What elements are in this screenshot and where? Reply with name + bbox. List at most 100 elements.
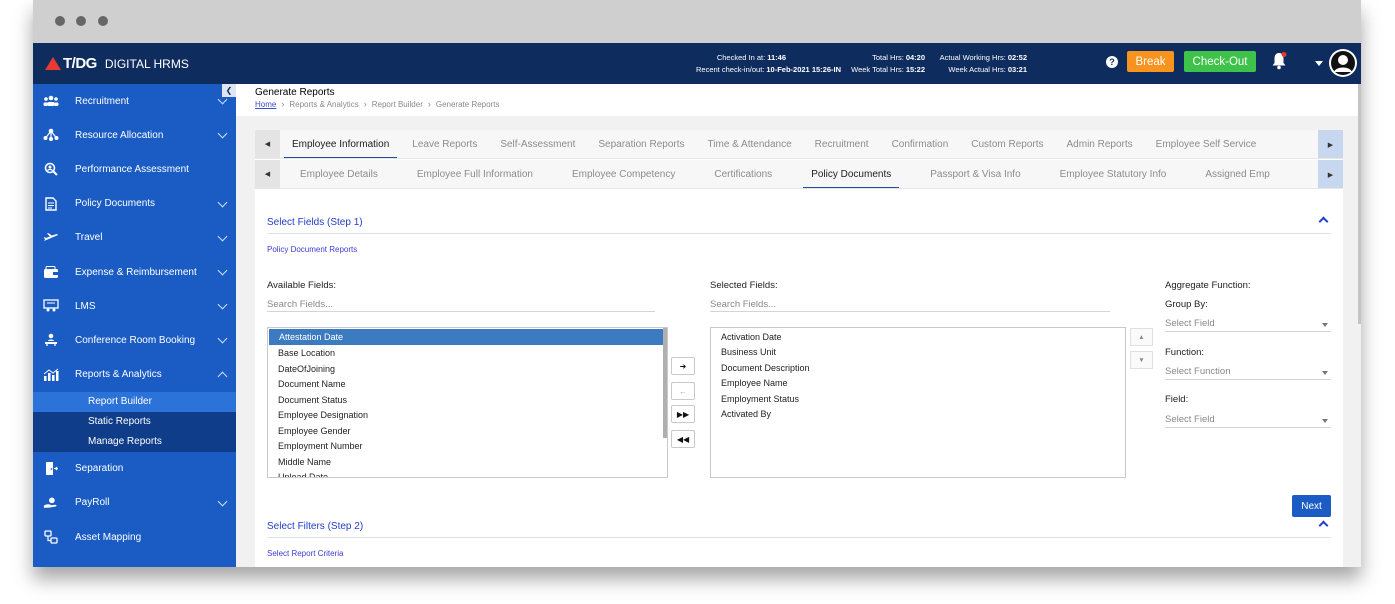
chevron-down-icon[interactable] (217, 265, 228, 276)
selected-fields-list[interactable]: Activation Date Business Unit Document Des… (710, 327, 1126, 478)
window-dot[interactable] (55, 16, 65, 26)
tab-assigned-emp[interactable]: Assigned Emp (1205, 160, 1269, 188)
sidebar-item-lms[interactable]: LMS (33, 289, 236, 323)
chevron-up-icon[interactable] (217, 371, 228, 381)
list-item[interactable]: Upload Date (268, 470, 667, 477)
move-right-button[interactable]: ➜ (671, 357, 695, 375)
tab-employee-details[interactable]: Employee Details (300, 160, 378, 188)
tabs-scroll-right-icon[interactable]: ▶ (1318, 130, 1343, 158)
step2-section-header[interactable]: Select Filters (Step 2) (267, 518, 1331, 538)
sidebar-item-asset-mapping[interactable]: Asset Mapping (33, 520, 236, 554)
move-left-button[interactable]: ← (671, 382, 695, 400)
step1-section-header[interactable]: Select Fields (Step 1) (267, 214, 1331, 234)
group-by-select[interactable]: Select Field (1165, 316, 1331, 332)
list-item[interactable]: Document Description (711, 360, 1125, 376)
select-report-criteria-link[interactable]: Select Report Criteria (267, 549, 343, 558)
sidebar-item-reports-and-analytics[interactable]: Reports & Analytics (33, 358, 236, 392)
user-menu-chevron-down-icon[interactable] (1315, 61, 1323, 66)
sidebar-item-separation[interactable]: Separation (33, 452, 236, 486)
sidebar-item-payroll[interactable]: PayRoll (33, 486, 236, 520)
policy-document-reports-link[interactable]: Policy Document Reports (267, 245, 357, 254)
window-dot[interactable] (98, 16, 108, 26)
break-button[interactable]: Break (1127, 51, 1174, 72)
tab-employee-full-information[interactable]: Employee Full Information (417, 160, 533, 188)
tab-admin-reports[interactable]: Admin Reports (1067, 130, 1133, 158)
list-item[interactable]: DateOfJoining (268, 361, 667, 377)
tab-certifications[interactable]: Certifications (714, 160, 772, 188)
list-item[interactable]: Employee Designation (268, 408, 667, 424)
chevron-down-icon[interactable] (217, 197, 228, 208)
list-item[interactable]: Employee Gender (268, 423, 667, 439)
list-item[interactable]: Activation Date (711, 329, 1125, 345)
check-out-button[interactable]: Check-Out (1184, 51, 1256, 72)
submenu-item-static-reports[interactable]: Static Reports (33, 412, 236, 432)
chevron-down-icon[interactable] (217, 299, 228, 310)
sidebar-item-performance-assessment[interactable]: Performance Assessment (33, 152, 236, 186)
next-button[interactable]: Next (1292, 495, 1331, 517)
list-item[interactable]: Base Location (268, 346, 667, 362)
list-item[interactable]: Document Status (268, 392, 667, 408)
list-item[interactable]: Attestation Date (269, 329, 666, 345)
tabs-scroll-left-icon[interactable]: ◀ (255, 160, 280, 188)
chevron-down-icon[interactable] (217, 496, 228, 507)
available-search-input[interactable] (267, 296, 655, 312)
sidebar-item-travel[interactable]: Travel (33, 221, 236, 255)
submenu-item-manage-reports[interactable]: Manage Reports (33, 432, 236, 452)
tab-recruitment[interactable]: Recruitment (815, 130, 869, 158)
list-item[interactable]: Document Name (268, 377, 667, 393)
list-item[interactable]: Business Unit (711, 345, 1125, 361)
tab-leave-reports[interactable]: Leave Reports (412, 130, 477, 158)
selected-search-input[interactable] (710, 296, 1110, 312)
help-icon[interactable]: ? (1106, 56, 1118, 68)
list-item[interactable]: Employment Number (268, 439, 667, 455)
tab-custom-reports[interactable]: Custom Reports (971, 130, 1043, 158)
tab-passport-and-visa-info[interactable]: Passport & Visa Info (930, 160, 1020, 188)
window-dot[interactable] (76, 16, 86, 26)
sidebar-item-resource-allocation[interactable]: Resource Allocation (33, 118, 236, 152)
available-fields-list[interactable]: Attestation Date Base Location DateOfJoini… (267, 327, 668, 478)
tab-separation-reports[interactable]: Separation Reports (598, 130, 684, 158)
tab-confirmation[interactable]: Confirmation (892, 130, 949, 158)
sidebar-item-expense-and-reimbursement[interactable]: Expense & Reimbursement (33, 255, 236, 289)
sidebar-item-recruitment[interactable]: Recruitment (33, 84, 236, 118)
chevron-up-icon[interactable] (1318, 216, 1329, 227)
chevron-down-icon[interactable] (217, 231, 228, 242)
tab-employee-self-service[interactable]: Employee Self Service (1156, 130, 1257, 158)
tab-employee-information[interactable]: Employee Information (283, 130, 398, 158)
breadcrumb-report-builder[interactable]: Report Builder (372, 100, 423, 109)
function-select[interactable]: Select Function (1165, 364, 1331, 380)
tab-self-assessment[interactable]: Self-Assessment (500, 130, 575, 158)
chevron-up-icon[interactable] (1318, 520, 1329, 531)
sidebar-item-policy-documents[interactable]: Policy Documents (33, 187, 236, 221)
tab-employee-competency[interactable]: Employee Competency (572, 160, 675, 188)
move-all-left-button[interactable]: ◀◀ (671, 430, 695, 448)
tab-policy-documents[interactable]: Policy Documents (803, 160, 900, 188)
tab-employee-statutory-info[interactable]: Employee Statutory Info (1060, 160, 1167, 188)
field-select[interactable]: Select Field (1165, 412, 1331, 428)
tab-time-and-attendance[interactable]: Time & Attendance (708, 130, 792, 158)
sidebar-item-conference-room-booking[interactable]: Conference Room Booking (33, 323, 236, 357)
logo[interactable]: T/DG DIGITAL HRMS (45, 55, 189, 72)
page-scrollbar[interactable] (1358, 84, 1361, 324)
breadcrumb-reports-analytics[interactable]: Reports & Analytics (289, 100, 358, 109)
list-item[interactable]: Employment Status (711, 391, 1125, 407)
move-all-right-button[interactable]: ▶▶ (671, 405, 695, 423)
avatar[interactable] (1329, 49, 1357, 77)
move-up-button[interactable]: ▲ (1130, 328, 1153, 346)
move-down-button[interactable]: ▼ (1130, 351, 1153, 369)
sidebar-collapse-chevron-icon[interactable]: ❮ (222, 84, 236, 97)
tabs-scroll-left-icon[interactable]: ◀ (255, 130, 280, 158)
sidebar-item-label: Resource Allocation (75, 129, 164, 141)
list-item[interactable]: Middle Name (268, 454, 667, 470)
submenu-item-report-builder[interactable]: Report Builder (33, 391, 236, 412)
list-scrollbar[interactable] (663, 328, 667, 438)
list-item[interactable]: Employee Name (711, 376, 1125, 392)
list-item[interactable]: Activated By (711, 407, 1125, 423)
secondary-tabs: ◀ Employee Details Employee Full Informati… (255, 160, 1343, 189)
tabs-scroll-right-icon[interactable]: ▶ (1318, 160, 1343, 188)
breadcrumb-home[interactable]: Home (255, 100, 276, 109)
sidebar-item-label: Policy Documents (75, 198, 156, 210)
chevron-down-icon[interactable] (217, 128, 228, 139)
bell-icon[interactable] (1271, 52, 1287, 70)
chevron-down-icon[interactable] (217, 333, 228, 344)
